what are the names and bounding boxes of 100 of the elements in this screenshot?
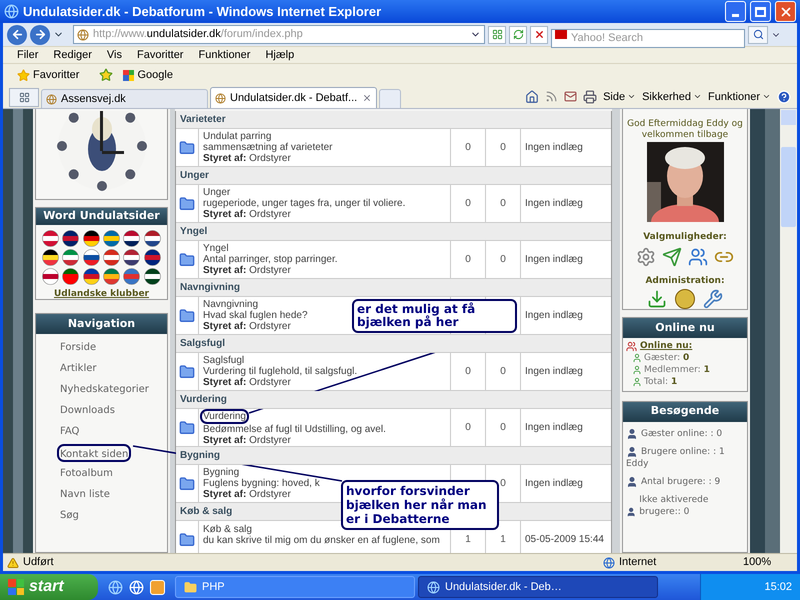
mail-icon[interactable]	[564, 90, 578, 104]
menu-item[interactable]: Favoritter	[137, 46, 184, 64]
nav-link[interactable]: Navn liste	[60, 489, 110, 500]
nav-link[interactable]: Fotoalbum	[60, 468, 113, 480]
command-menu[interactable]: Side	[603, 88, 626, 106]
taskbar-button[interactable]: Undulatsider.dk - Deb…	[418, 576, 658, 598]
stop-button[interactable]	[530, 26, 548, 44]
flag-icon[interactable]	[144, 268, 161, 285]
panel-header: Besøgende	[623, 402, 747, 422]
print-icon[interactable]	[583, 90, 598, 104]
media-icon[interactable]	[150, 580, 165, 594]
category-header: Unger	[176, 167, 611, 186]
category-header: Bygning	[176, 447, 611, 466]
command-menu[interactable]: Sikkerhed	[642, 88, 692, 106]
forum-title[interactable]: Undulat parring	[203, 131, 272, 142]
folder-icon	[179, 364, 195, 380]
back-button[interactable]	[7, 24, 27, 45]
compatibility-button[interactable]	[488, 26, 506, 44]
menu-item[interactable]: Funktioner	[198, 46, 250, 64]
address-field[interactable]: http://www.undulatsider.dk/forum/index.php	[73, 25, 485, 44]
nav-link[interactable]: Søg	[60, 510, 79, 522]
nav-link[interactable]: Kontakt siden	[60, 448, 128, 460]
close-button[interactable]	[775, 1, 796, 22]
browser-tab[interactable]: Assensvej.dk	[41, 89, 208, 108]
browser-icon[interactable]	[108, 580, 123, 594]
menu-item[interactable]: Hjælp	[265, 46, 294, 64]
search-button[interactable]	[748, 26, 768, 44]
forum-moderator: Styret af: Ordstyrer	[203, 321, 291, 332]
forum-title[interactable]: Unger	[203, 187, 230, 198]
online-heading[interactable]: Online nu:	[640, 340, 692, 352]
forum-description: du kan skrive til mig om du ønsker en af fuglene, som	[203, 535, 440, 546]
forum-title[interactable]: Vurdering	[203, 411, 246, 422]
forward-button[interactable]	[30, 24, 50, 45]
foreign-clubs-link[interactable]: Udlandske klubber	[54, 288, 149, 302]
scrollbar[interactable]	[780, 109, 797, 554]
admin-title: Administration:	[645, 274, 725, 288]
flag-icon[interactable]	[123, 230, 140, 247]
nav-link[interactable]: FAQ	[60, 426, 80, 438]
forum-title[interactable]: Yngel	[203, 243, 229, 254]
flag-icon[interactable]	[62, 268, 80, 285]
flag-icon[interactable]	[144, 230, 161, 247]
folder-icon	[184, 580, 197, 594]
folder-icon	[179, 308, 195, 324]
group-icon	[626, 340, 637, 352]
google-icon[interactable]	[123, 70, 134, 81]
zoom-level[interactable]: 100%	[743, 554, 793, 571]
back-arrow-icon	[10, 28, 24, 42]
add-favorite-icon[interactable]	[99, 68, 114, 82]
search-field[interactable]: Yahoo! Search	[551, 28, 745, 48]
annotation-callout: er det mulig at få bjælken på her	[352, 299, 517, 334]
flag-icon[interactable]	[42, 248, 59, 266]
browser-icon	[427, 580, 440, 594]
menu-item[interactable]: Rediger	[53, 46, 92, 64]
home-icon[interactable]	[525, 90, 540, 104]
tools-icon[interactable]	[703, 289, 723, 310]
menu-item[interactable]: Filer	[17, 46, 38, 64]
favorites-button[interactable]: Favoritter	[33, 66, 80, 84]
feed-icon[interactable]	[545, 90, 558, 104]
forum-title[interactable]: Bygning	[203, 467, 240, 478]
flag-icon[interactable]	[82, 268, 100, 285]
taskbar-button[interactable]: PHP	[175, 576, 415, 598]
nav-link[interactable]: Downloads	[60, 405, 115, 416]
user-icon	[626, 476, 638, 488]
zone-text: Internet	[619, 555, 658, 570]
status-text: Udført	[23, 555, 55, 570]
forum-title[interactable]: Saglsfugl	[203, 355, 244, 366]
close-icon	[778, 4, 792, 19]
forum-title[interactable]: Køb & salg	[203, 524, 252, 536]
flag-icon[interactable]	[123, 248, 140, 266]
flag-icon[interactable]	[62, 230, 80, 247]
quick-tabs-button[interactable]	[9, 88, 39, 108]
flag-icon[interactable]	[82, 248, 100, 266]
settings-icon[interactable]	[636, 246, 656, 267]
last-post: Ingen indlæg	[525, 421, 583, 436]
flag-icon[interactable]	[144, 248, 161, 266]
post-count: 0	[500, 365, 506, 380]
forum-title[interactable]: Navngivning	[203, 299, 258, 310]
favorite-link[interactable]: Google	[137, 66, 173, 84]
users-icon[interactable]	[688, 246, 708, 267]
flag-icon[interactable]	[82, 230, 100, 247]
flag-icon[interactable]	[42, 268, 59, 285]
last-post: Ingen indlæg	[525, 253, 583, 268]
star-icon[interactable]	[17, 68, 30, 82]
help-icon[interactable]	[777, 90, 791, 104]
maximize-button[interactable]	[750, 1, 771, 22]
annotation-callout: hvorfor forsvinder bjælken her når man er i Debatterne	[341, 480, 499, 530]
command-menu[interactable]: Funktioner	[708, 88, 760, 106]
download-icon[interactable]	[647, 289, 667, 310]
menu-item[interactable]: Vis	[106, 46, 122, 64]
minimize-button[interactable]	[725, 1, 746, 22]
forum-description: Antal parringer, stop parringer.	[203, 254, 338, 266]
browser-tab[interactable]: Undulatsider.dk - Debatf...	[210, 87, 377, 108]
send-message-icon[interactable]	[662, 246, 682, 267]
close-icon[interactable]	[362, 93, 372, 104]
user-icon	[626, 446, 638, 458]
nav-link[interactable]: Forside	[60, 342, 96, 354]
refresh-button[interactable]	[509, 26, 527, 44]
nav-link[interactable]: Nyhedskategorier	[60, 384, 149, 396]
nav-link[interactable]: Artikler	[60, 363, 96, 374]
globe-icon[interactable]	[129, 580, 144, 594]
